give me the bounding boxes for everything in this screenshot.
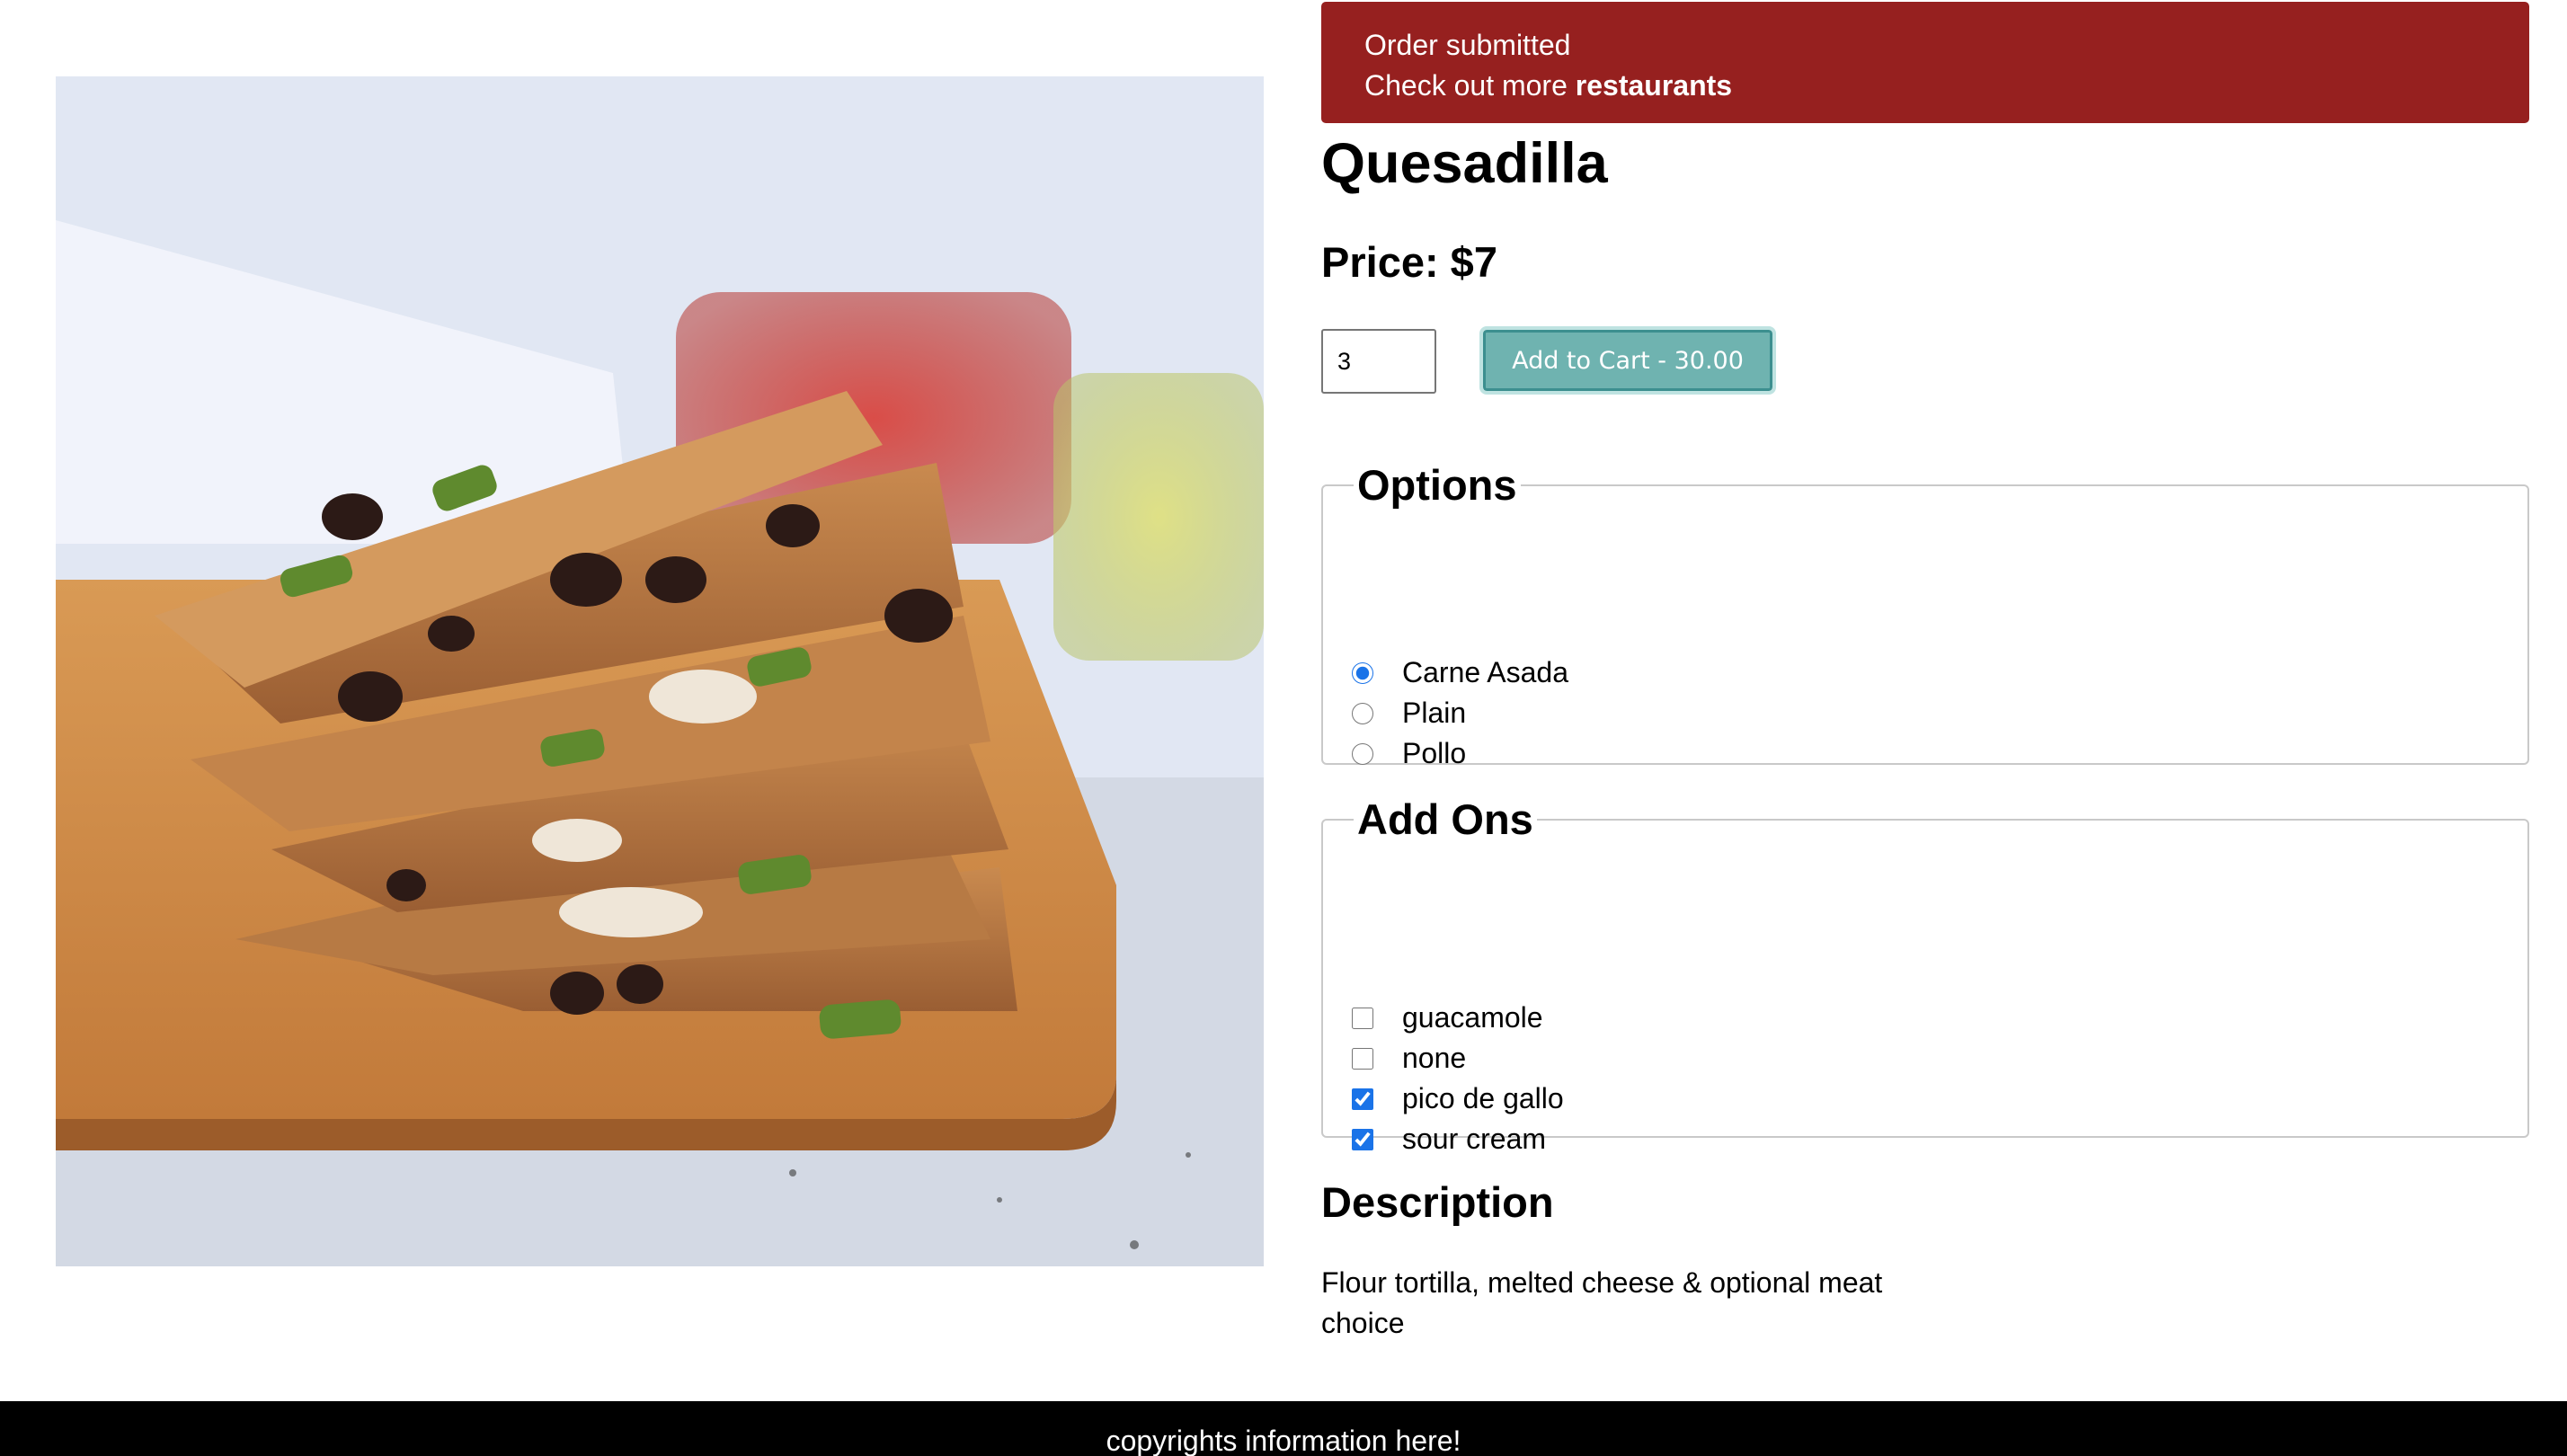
alert-cta: Check out more restaurants xyxy=(1364,66,2529,106)
addon-label: sour cream xyxy=(1402,1123,1547,1155)
description-text: Flour tortilla, melted cheese & optional… xyxy=(1321,1266,1883,1339)
add-to-cart-button[interactable]: Add to Cart - 30.00 xyxy=(1479,326,1776,395)
addon-sour-cream[interactable]: sour cream xyxy=(1352,1119,1564,1159)
quantity-input[interactable] xyxy=(1321,329,1436,394)
option-pollo[interactable]: Pollo xyxy=(1352,733,1568,774)
product-image xyxy=(56,76,1264,1266)
addon-label: none xyxy=(1402,1042,1467,1074)
addon-label: pico de gallo xyxy=(1402,1082,1564,1114)
addons-legend: Add Ons xyxy=(1357,795,1533,843)
option-label: Pollo xyxy=(1402,737,1467,769)
order-submitted-alert: Order submitted Check out more restauran… xyxy=(1321,2,2529,123)
quesadilla-photo xyxy=(56,76,1264,1266)
restaurants-link[interactable]: restaurants xyxy=(1576,69,1732,102)
addon-checkbox-pico-de-gallo[interactable] xyxy=(1352,1088,1373,1110)
copyright-text: copyrights information here! xyxy=(1106,1425,1461,1456)
addon-pico-de-gallo[interactable]: pico de gallo xyxy=(1352,1079,1564,1119)
addons-list: guacamole none pico de gallo sour cream xyxy=(1352,998,1564,1159)
description-heading: Description xyxy=(1321,1178,1554,1226)
addon-checkbox-guacamole[interactable] xyxy=(1352,1007,1373,1029)
addons-group: Add Ons guacamole none pico de gallo sou… xyxy=(1321,795,2529,1155)
alert-message: Order submitted xyxy=(1364,29,1571,61)
addon-checkbox-none[interactable] xyxy=(1352,1047,1373,1070)
option-radio-carne-asada[interactable] xyxy=(1352,661,1373,684)
options-group: Options Carne Asada Plain Pollo xyxy=(1321,460,2529,769)
option-label: Carne Asada xyxy=(1402,656,1569,688)
addon-guacamole[interactable]: guacamole xyxy=(1352,998,1564,1038)
addon-checkbox-sour-cream[interactable] xyxy=(1352,1128,1373,1150)
addon-none[interactable]: none xyxy=(1352,1038,1564,1079)
option-label: Plain xyxy=(1402,697,1467,729)
options-legend: Options xyxy=(1357,461,1517,509)
addon-label: guacamole xyxy=(1402,1001,1543,1034)
option-radio-pollo[interactable] xyxy=(1352,742,1373,765)
alert-cta-prefix: Check out more xyxy=(1364,69,1576,102)
product-price: Price: $7 xyxy=(1321,238,1497,286)
option-carne-asada[interactable]: Carne Asada xyxy=(1352,653,1568,693)
product-title: Quesadilla xyxy=(1321,132,1608,195)
options-list: Carne Asada Plain Pollo xyxy=(1352,653,1568,774)
footer: copyrights information here! xyxy=(0,1401,2567,1456)
option-radio-plain[interactable] xyxy=(1352,702,1373,724)
option-plain[interactable]: Plain xyxy=(1352,693,1568,733)
